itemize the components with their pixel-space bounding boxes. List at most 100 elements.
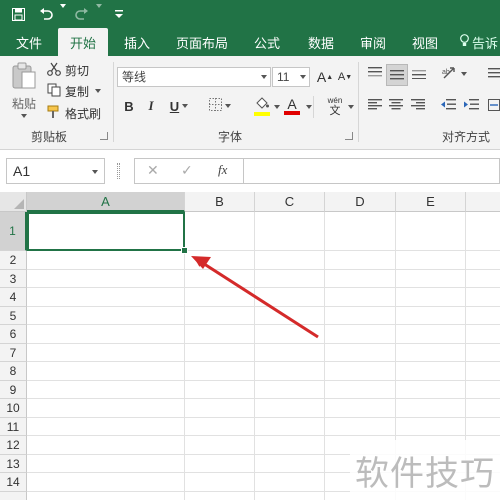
cut-label: 剪切 — [65, 63, 90, 78]
undo-dropdown-icon[interactable] — [56, 4, 66, 24]
orientation-icon: ab — [442, 66, 458, 83]
copy-dropdown-icon[interactable] — [95, 89, 102, 93]
enter-icon[interactable]: ✓ — [181, 162, 193, 179]
chevron-down-icon — [460, 72, 467, 76]
column-header-f[interactable] — [466, 192, 500, 212]
font-size-select[interactable]: 11 — [272, 67, 310, 87]
row-header-8[interactable]: 8 — [0, 362, 27, 381]
insert-function-button[interactable]: fx — [218, 162, 227, 178]
increase-indent-icon — [463, 99, 479, 113]
formula-bar-grip[interactable] — [117, 163, 120, 179]
tab-data[interactable]: 数据 — [296, 28, 346, 56]
row-header-4[interactable]: 4 — [0, 288, 27, 307]
row-header-3[interactable]: 3 — [0, 270, 27, 288]
row-header-5[interactable]: 5 — [0, 307, 27, 325]
column-header-a[interactable]: A — [27, 192, 185, 212]
undo-icon[interactable] — [36, 4, 56, 24]
wrap-text-button[interactable] — [488, 64, 500, 84]
save-icon[interactable] — [6, 4, 30, 24]
row-header-11[interactable]: 11 — [0, 418, 27, 436]
align-left-button[interactable] — [365, 96, 385, 116]
row-header-10[interactable]: 10 — [0, 399, 27, 418]
redo-icon — [72, 4, 92, 24]
row-header-7[interactable]: 7 — [0, 344, 27, 362]
copy-button[interactable]: 复制 — [47, 81, 102, 101]
grow-font-button[interactable]: A ▲ — [316, 67, 334, 87]
tab-file[interactable]: 文件 — [0, 28, 58, 56]
paste-button[interactable]: 粘贴 — [6, 62, 42, 118]
copy-label: 复制 — [65, 84, 90, 99]
italic-button[interactable]: I — [142, 96, 160, 116]
name-box[interactable]: A1 — [6, 158, 105, 184]
customize-icon[interactable] — [110, 4, 128, 24]
divider — [358, 62, 359, 142]
cut-button[interactable]: 剪切 — [47, 60, 89, 80]
align-top-button[interactable] — [365, 64, 385, 84]
column-header-d[interactable]: D — [325, 192, 396, 212]
font-color-button[interactable]: A — [281, 94, 303, 118]
underline-label: U — [169, 98, 180, 114]
orientation-button[interactable]: ab — [440, 64, 468, 84]
chevron-down-icon — [182, 104, 189, 108]
align-bottom-button[interactable] — [409, 64, 429, 84]
tab-tell-me[interactable]: 告诉 — [450, 28, 500, 56]
phonetic-dropdown-icon[interactable] — [348, 105, 354, 109]
font-launcher-icon[interactable] — [345, 132, 353, 140]
copy-icon — [47, 83, 61, 100]
underline-button[interactable]: U — [165, 96, 193, 116]
align-center-button[interactable] — [386, 96, 406, 116]
format-painter-button[interactable]: 格式刷 — [47, 103, 101, 123]
row-header-6[interactable]: 6 — [0, 325, 27, 344]
formula-input[interactable] — [244, 158, 500, 184]
tab-page-layout[interactable]: 页面布局 — [166, 28, 238, 56]
font-name-select[interactable]: 等线 — [117, 67, 271, 87]
column-header-b[interactable]: B — [185, 192, 255, 212]
row-header-2[interactable]: 2 — [0, 251, 27, 270]
increase-indent-button[interactable] — [461, 96, 481, 116]
row-header-1[interactable]: 1 — [0, 212, 27, 251]
cancel-icon[interactable]: ✕ — [147, 162, 159, 179]
align-right-button[interactable] — [408, 96, 428, 116]
ribbon: 粘贴 剪切 复制 格式刷 剪贴板 等线 11 A ▲ A ▼ B I U A w… — [0, 56, 500, 150]
tab-formulas[interactable]: 公式 — [238, 28, 296, 56]
clipboard-group-label: 剪贴板 — [31, 130, 68, 144]
fill-color-button[interactable] — [247, 94, 277, 118]
chevron-down-icon — [225, 104, 231, 108]
paste-label: 粘贴 — [11, 97, 36, 111]
align-center-icon — [389, 99, 403, 113]
divider — [113, 62, 114, 142]
row-header-12[interactable]: 12 — [0, 436, 27, 455]
phonetic-button[interactable]: wén 文 — [320, 92, 350, 120]
tab-review[interactable]: 审阅 — [346, 28, 400, 56]
decrease-indent-icon — [440, 99, 456, 113]
column-header-e[interactable]: E — [396, 192, 466, 212]
clipboard-launcher-icon[interactable] — [100, 132, 108, 140]
ribbon-tabs: 文件 开始 插入 页面布局 公式 数据 审阅 视图 告诉 — [0, 28, 500, 56]
shrink-font-button[interactable]: A ▼ — [336, 67, 354, 87]
borders-button[interactable] — [205, 96, 235, 116]
font-color-dropdown-icon[interactable] — [306, 105, 312, 109]
row-header-14[interactable]: 14 — [0, 473, 27, 492]
row-header-9[interactable]: 9 — [0, 381, 27, 399]
fill-handle[interactable] — [181, 247, 188, 254]
tab-home[interactable]: 开始 — [58, 28, 108, 56]
bold-button[interactable]: B — [120, 96, 138, 116]
fill-color-dropdown-icon[interactable] — [274, 105, 280, 109]
merge-center-button[interactable] — [488, 96, 500, 116]
paste-dropdown-icon[interactable] — [21, 114, 27, 118]
format-painter-label: 格式刷 — [65, 106, 102, 121]
align-middle-button[interactable] — [386, 64, 408, 86]
decrease-indent-button[interactable] — [438, 96, 458, 116]
tab-insert[interactable]: 插入 — [108, 28, 166, 56]
borders-icon — [209, 98, 222, 114]
row-header-13[interactable]: 13 — [0, 455, 27, 473]
active-cell-a1[interactable] — [27, 212, 185, 251]
paint-bucket-icon — [255, 96, 269, 112]
divider — [313, 96, 314, 118]
select-all-button[interactable] — [0, 192, 27, 212]
row-header-15[interactable] — [0, 492, 27, 500]
column-header-c[interactable]: C — [255, 192, 325, 212]
merge-icon — [488, 98, 500, 114]
tab-view[interactable]: 视图 — [400, 28, 450, 56]
redo-dropdown-icon — [92, 4, 102, 24]
